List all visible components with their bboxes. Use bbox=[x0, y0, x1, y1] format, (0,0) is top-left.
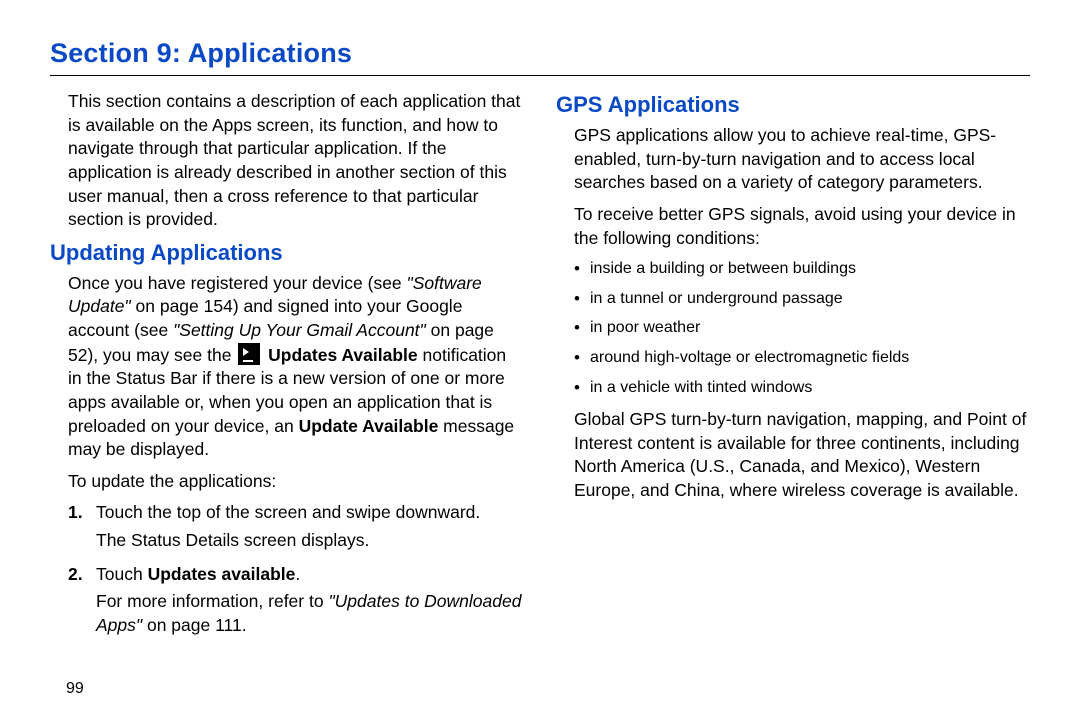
gps-conditions-list: inside a building or between buildings i… bbox=[556, 258, 1030, 398]
step-number: 2. bbox=[68, 563, 83, 587]
right-column: GPS Applications GPS applications allow … bbox=[556, 90, 1030, 648]
text-fragment: . bbox=[295, 564, 300, 584]
bold-updates-available-link: Updates available bbox=[148, 564, 296, 584]
list-item: around high-voltage or electromagnetic f… bbox=[574, 347, 1030, 369]
text-fragment: Touch bbox=[96, 564, 148, 584]
text-fragment: For more information, refer to bbox=[96, 591, 328, 611]
section-title: Section 9: Applications bbox=[50, 38, 1030, 69]
intro-paragraph: This section contains a description of e… bbox=[50, 90, 524, 232]
updating-paragraph: Once you have registered your device (se… bbox=[50, 272, 524, 462]
bold-update-available: Update Available bbox=[299, 416, 439, 436]
list-item: 1. Touch the top of the screen and swipe… bbox=[68, 501, 524, 552]
text-fragment: Once you have registered your device (se… bbox=[68, 273, 407, 293]
gps-paragraph-2: To receive better GPS signals, avoid usi… bbox=[556, 203, 1030, 250]
title-divider bbox=[50, 75, 1030, 76]
list-item: inside a building or between buildings bbox=[574, 258, 1030, 280]
heading-gps-applications: GPS Applications bbox=[556, 92, 1030, 118]
gps-paragraph-1: GPS applications allow you to achieve re… bbox=[556, 124, 1030, 195]
list-item: in a vehicle with tinted windows bbox=[574, 377, 1030, 399]
updates-available-icon bbox=[238, 343, 260, 365]
step-subtext: For more information, refer to "Updates … bbox=[96, 590, 524, 637]
step-number: 1. bbox=[68, 501, 83, 525]
step-subtext: The Status Details screen displays. bbox=[96, 529, 524, 553]
page-number: 99 bbox=[66, 680, 84, 698]
to-update-lead: To update the applications: bbox=[50, 470, 524, 494]
step-text: Touch the top of the screen and swipe do… bbox=[96, 502, 480, 522]
list-item: 2. Touch Updates available. For more inf… bbox=[68, 563, 524, 638]
heading-updating-applications: Updating Applications bbox=[50, 240, 524, 266]
step-text: Touch Updates available. bbox=[96, 564, 300, 584]
gps-paragraph-3: Global GPS turn-by-turn navigation, mapp… bbox=[556, 408, 1030, 503]
cross-ref-gmail-account: "Setting Up Your Gmail Account" bbox=[173, 320, 426, 340]
left-column: This section contains a description of e… bbox=[50, 90, 524, 648]
update-steps-list: 1. Touch the top of the screen and swipe… bbox=[50, 501, 524, 637]
bold-updates-available: Updates Available bbox=[263, 345, 417, 365]
text-fragment: on page 111. bbox=[142, 615, 246, 635]
list-item: in poor weather bbox=[574, 317, 1030, 339]
two-column-layout: This section contains a description of e… bbox=[50, 90, 1030, 648]
list-item: in a tunnel or underground passage bbox=[574, 288, 1030, 310]
